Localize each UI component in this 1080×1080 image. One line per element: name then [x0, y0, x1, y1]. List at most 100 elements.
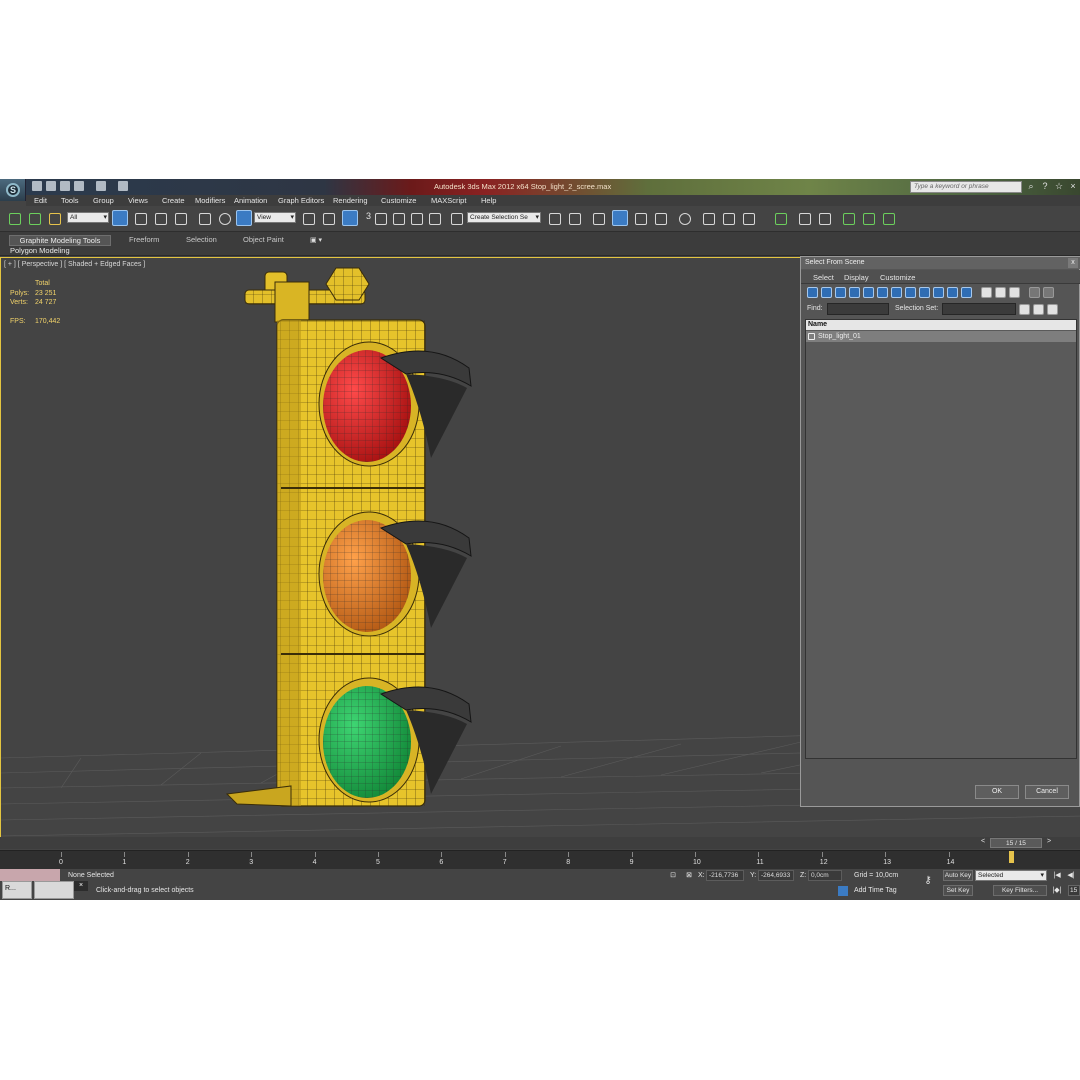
time-key-marker[interactable] — [1009, 851, 1014, 863]
select-icon[interactable] — [112, 210, 128, 226]
time-tag-icon[interactable] — [838, 886, 848, 896]
current-frame-field[interactable]: 15 — [1068, 885, 1080, 896]
selection-set-dropdown[interactable] — [942, 303, 1016, 315]
filter-cameras-icon[interactable] — [849, 287, 860, 298]
dialog-menu-select[interactable]: Select — [813, 273, 834, 282]
filter-hidden-icon[interactable] — [961, 287, 972, 298]
filter-shapes-icon[interactable] — [821, 287, 832, 298]
key-filters-button[interactable]: Key Filters... — [993, 885, 1047, 896]
selection-set-tool-3-icon[interactable] — [1047, 304, 1058, 315]
scale-icon[interactable] — [236, 210, 252, 226]
key-mode-toggle-icon[interactable]: |◆| — [1052, 886, 1062, 896]
maxscript-listener[interactable] — [0, 869, 60, 881]
menu-views[interactable]: Views — [128, 196, 148, 205]
script-tool-1-icon[interactable] — [772, 210, 788, 226]
key-icon[interactable]: ⚷ — [920, 875, 936, 886]
snap-toggle-label[interactable]: 3 — [366, 211, 371, 221]
previous-key-icon[interactable]: ◀| — [1066, 871, 1076, 881]
rotate-icon[interactable] — [216, 210, 232, 226]
track-bar[interactable]: 0 1 2 3 4 5 6 7 8 9 10 11 12 13 14 — [0, 850, 1080, 869]
tab-selection[interactable]: Selection — [186, 235, 217, 246]
menu-edit[interactable]: Edit — [34, 196, 47, 205]
menu-help[interactable]: Help — [481, 196, 496, 205]
display-children-icon[interactable] — [1043, 287, 1054, 298]
key-mode-dropdown[interactable]: Selected — [975, 870, 1047, 881]
menu-rendering[interactable]: Rendering — [333, 196, 368, 205]
close-icon[interactable]: x — [1068, 258, 1078, 268]
filter-bones-icon[interactable] — [919, 287, 930, 298]
list-item[interactable]: Stop_light_01 — [806, 331, 1076, 342]
redo-icon[interactable] — [96, 181, 106, 191]
ribbon-options-icon[interactable]: ▣ ▾ — [310, 236, 326, 244]
filter-frozen-icon[interactable] — [947, 287, 958, 298]
link-icon[interactable] — [6, 210, 22, 226]
select-all-icon[interactable] — [981, 287, 992, 298]
dialog-menu-display[interactable]: Display — [844, 273, 869, 282]
z-coordinate-field[interactable]: 0,0cm — [808, 870, 842, 881]
menu-tools[interactable]: Tools — [61, 196, 79, 205]
menu-graph-editors[interactable]: Graph Editors — [278, 196, 324, 205]
cancel-button[interactable]: Cancel — [1025, 785, 1069, 799]
taskbar-item[interactable]: R... — [2, 881, 32, 899]
reference-coord-dropdown[interactable]: View — [254, 212, 296, 223]
mirror-icon[interactable] — [546, 210, 562, 226]
layer-manager-icon[interactable] — [590, 210, 606, 226]
taskbar-item-2[interactable] — [34, 881, 74, 899]
lock-icon[interactable]: ⊡ — [668, 871, 678, 881]
select-none-icon[interactable] — [995, 287, 1006, 298]
script-tool-3-icon[interactable] — [816, 210, 832, 226]
filter-xrefs-icon[interactable] — [905, 287, 916, 298]
rectangular-selection-icon[interactable] — [152, 210, 168, 226]
menu-create[interactable]: Create — [162, 196, 185, 205]
edit-named-selection-icon[interactable] — [448, 210, 464, 226]
ok-button[interactable]: OK — [975, 785, 1019, 799]
menu-animation[interactable]: Animation — [234, 196, 267, 205]
window-crossing-icon[interactable] — [172, 210, 188, 226]
dialog-menu-customize[interactable]: Customize — [880, 273, 915, 282]
schematic-view-icon[interactable] — [652, 210, 668, 226]
select-by-name-icon[interactable] — [132, 210, 148, 226]
previous-frame-icon[interactable]: < — [978, 838, 988, 848]
close-icon[interactable]: × — [74, 881, 88, 891]
selection-set-tool-1-icon[interactable] — [1019, 304, 1030, 315]
align-icon[interactable] — [566, 210, 582, 226]
help-icon[interactable]: ? — [1040, 181, 1050, 191]
open-file-icon[interactable] — [46, 181, 56, 191]
star-icon[interactable]: ☆ — [1054, 181, 1064, 191]
close-icon[interactable]: × — [1068, 181, 1078, 191]
find-input[interactable] — [827, 303, 889, 315]
bind-space-warp-icon[interactable] — [46, 210, 62, 226]
select-manipulate-icon[interactable] — [320, 210, 336, 226]
spinner-snap-icon[interactable] — [426, 210, 442, 226]
menu-group[interactable]: Group — [93, 196, 114, 205]
snaps-toggle-icon[interactable] — [372, 210, 388, 226]
filter-spacewarps-icon[interactable] — [877, 287, 888, 298]
app-logo-icon[interactable]: S — [0, 179, 26, 201]
filter-helpers-icon[interactable] — [863, 287, 874, 298]
display-filter-icon[interactable] — [1029, 287, 1040, 298]
column-header-name[interactable]: Name — [806, 320, 1076, 330]
tab-object-paint[interactable]: Object Paint — [243, 235, 284, 246]
viewport-label[interactable]: [ + ] [ Perspective ] [ Shaded + Edged F… — [4, 261, 145, 268]
filter-groups-icon[interactable] — [891, 287, 902, 298]
unlink-icon[interactable] — [26, 210, 42, 226]
frame-slider[interactable]: 15 / 15 — [990, 838, 1042, 848]
set-key-button[interactable]: Set Key — [943, 885, 973, 896]
graphite-toggle-icon[interactable] — [612, 210, 628, 226]
material-editor-icon[interactable] — [676, 210, 692, 226]
filter-lights-icon[interactable] — [835, 287, 846, 298]
add-time-tag-button[interactable]: Add Time Tag — [854, 887, 897, 894]
named-selection-dropdown[interactable]: Create Selection Se — [467, 212, 541, 223]
render-production-icon[interactable] — [740, 210, 756, 226]
selection-filter-dropdown[interactable]: All — [67, 212, 109, 223]
rendered-frame-icon[interactable] — [720, 210, 736, 226]
menu-customize[interactable]: Customize — [381, 196, 416, 205]
scene-object-list[interactable]: Name Stop_light_01 — [805, 319, 1077, 759]
tab-freeform[interactable]: Freeform — [129, 235, 159, 246]
y-coordinate-field[interactable]: -264,6933 — [758, 870, 794, 881]
go-to-start-icon[interactable]: |◀ — [1052, 871, 1062, 881]
absolute-mode-icon[interactable]: ⊠ — [684, 871, 694, 881]
script-tool-5-icon[interactable] — [860, 210, 876, 226]
script-tool-4-icon[interactable] — [840, 210, 856, 226]
undo-icon[interactable] — [74, 181, 84, 191]
